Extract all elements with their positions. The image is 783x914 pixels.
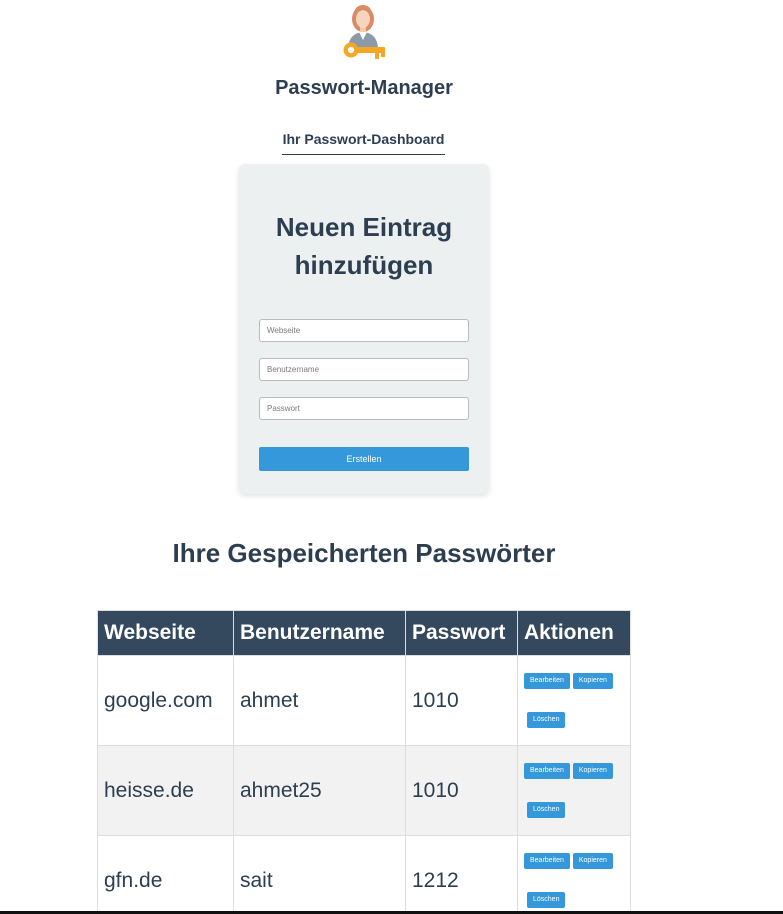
cell-password: 1212 [405, 835, 518, 914]
cell-password: 1010 [405, 655, 518, 746]
delete-button[interactable]: Löschen [527, 712, 566, 728]
website-input[interactable] [259, 319, 469, 342]
cell-password: 1010 [405, 745, 518, 836]
cell-username: sait [233, 835, 406, 914]
password-input[interactable] [259, 397, 469, 420]
new-entry-title-line1: Neuen Eintrag [275, 212, 453, 242]
delete-button[interactable]: Löschen [527, 802, 566, 818]
delete-button[interactable]: Löschen [527, 892, 566, 908]
cell-website: gfn.de [97, 835, 234, 914]
cell-actions: Bearbeiten Kopieren Löschen [517, 655, 631, 746]
cell-website: heisse.de [97, 745, 234, 836]
passwords-table: Webseite Benutzername Passwort Aktionen … [97, 610, 631, 914]
edit-button[interactable]: Bearbeiten [524, 763, 570, 779]
cell-actions: Bearbeiten Kopieren Löschen [517, 835, 631, 914]
dashboard-link[interactable]: Ihr Passwort-Dashboard [282, 131, 445, 155]
table-row: gfn.de sait 1212 Bearbeiten Kopieren Lös… [97, 835, 631, 914]
header-password: Passwort [405, 610, 518, 656]
cell-username: ahmet [233, 655, 406, 746]
saved-passwords-title: Ihre Gespeicherten Passwörter [172, 538, 556, 568]
copy-button[interactable]: Kopieren [572, 673, 613, 689]
table-header-row: Webseite Benutzername Passwort Aktionen [97, 610, 631, 656]
header-username: Benutzername [233, 610, 406, 656]
cell-actions: Bearbeiten Kopieren Löschen [517, 745, 631, 836]
header-actions: Aktionen [517, 610, 631, 656]
table-row: heisse.de ahmet25 1010 Bearbeiten Kopier… [97, 745, 631, 836]
create-button[interactable]: Erstellen [259, 447, 469, 471]
edit-button[interactable]: Bearbeiten [524, 853, 570, 869]
new-entry-card: Neuen Eintrag hinzufügen Erstellen [239, 164, 489, 494]
cell-username: ahmet25 [233, 745, 406, 836]
user-key-icon [343, 5, 385, 59]
cell-website: google.com [97, 655, 234, 746]
edit-button[interactable]: Bearbeiten [524, 673, 570, 689]
copy-button[interactable]: Kopieren [572, 853, 613, 869]
header-website: Webseite [97, 610, 234, 656]
new-entry-title-line2: hinzufügen [294, 250, 434, 280]
username-input[interactable] [259, 358, 469, 381]
copy-button[interactable]: Kopieren [572, 763, 613, 779]
table-row: google.com ahmet 1010 Bearbeiten Kopiere… [97, 655, 631, 746]
app-title: Passwort-Manager [275, 77, 453, 99]
new-entry-title: Neuen Eintrag hinzufügen [239, 208, 489, 284]
